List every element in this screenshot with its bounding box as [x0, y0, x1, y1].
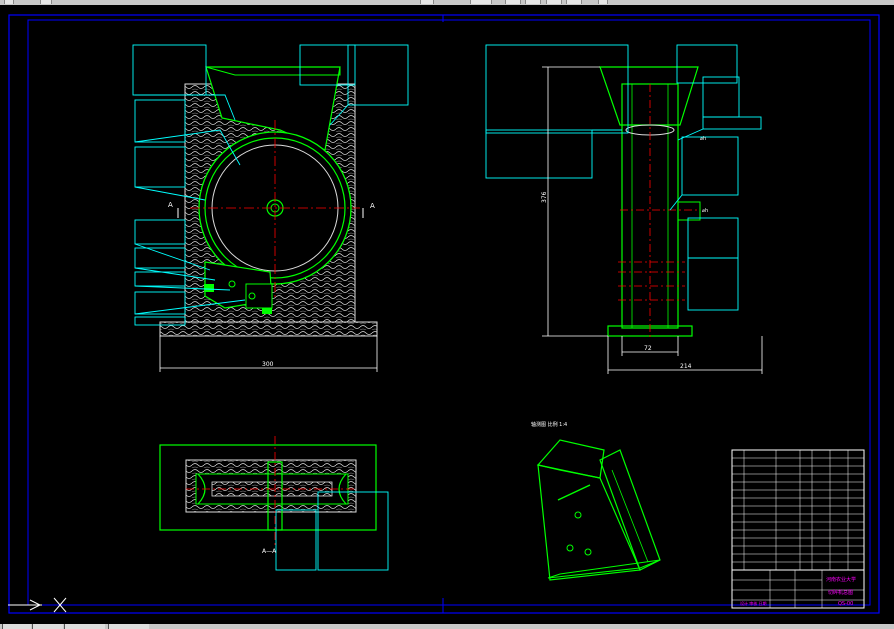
section-mark-left: A [168, 201, 173, 209]
feed-block [245, 283, 273, 309]
side-callout: ⌀h [700, 136, 706, 142]
section-view-label: A—A [262, 548, 277, 555]
feed-roller [262, 308, 272, 314]
isometric-label: 轴测图 比例 1:4 [531, 421, 567, 428]
drawing-number: QS-00 [838, 601, 853, 607]
dimension-base-inner-label: 72 [644, 345, 652, 352]
school-name: 河南农业大学 [826, 576, 856, 583]
layout-tab[interactable] [108, 624, 149, 629]
side-callout: ⌀h [702, 208, 708, 214]
feed-roller [204, 284, 214, 292]
layout-tab[interactable] [32, 624, 63, 629]
layout-tab[interactable] [2, 624, 31, 629]
section-mark-right: A [370, 202, 375, 210]
dimension-height-label: 376 [541, 191, 548, 203]
dimension-width-label: 300 [262, 361, 274, 368]
drawing-canvas[interactable]: A A 300 ⌀h ⌀h 376 72 214 A—A 轴测图 比例 1:4 … [0, 0, 894, 629]
drawing-name: 切碎机总图 [828, 589, 853, 596]
layout-tabs [0, 624, 894, 629]
dimension-base-outer-label: 214 [680, 363, 692, 370]
layout-tab[interactable] [64, 624, 105, 629]
base [159, 321, 378, 337]
designer-row: 设计 审核 日期 [740, 600, 767, 606]
